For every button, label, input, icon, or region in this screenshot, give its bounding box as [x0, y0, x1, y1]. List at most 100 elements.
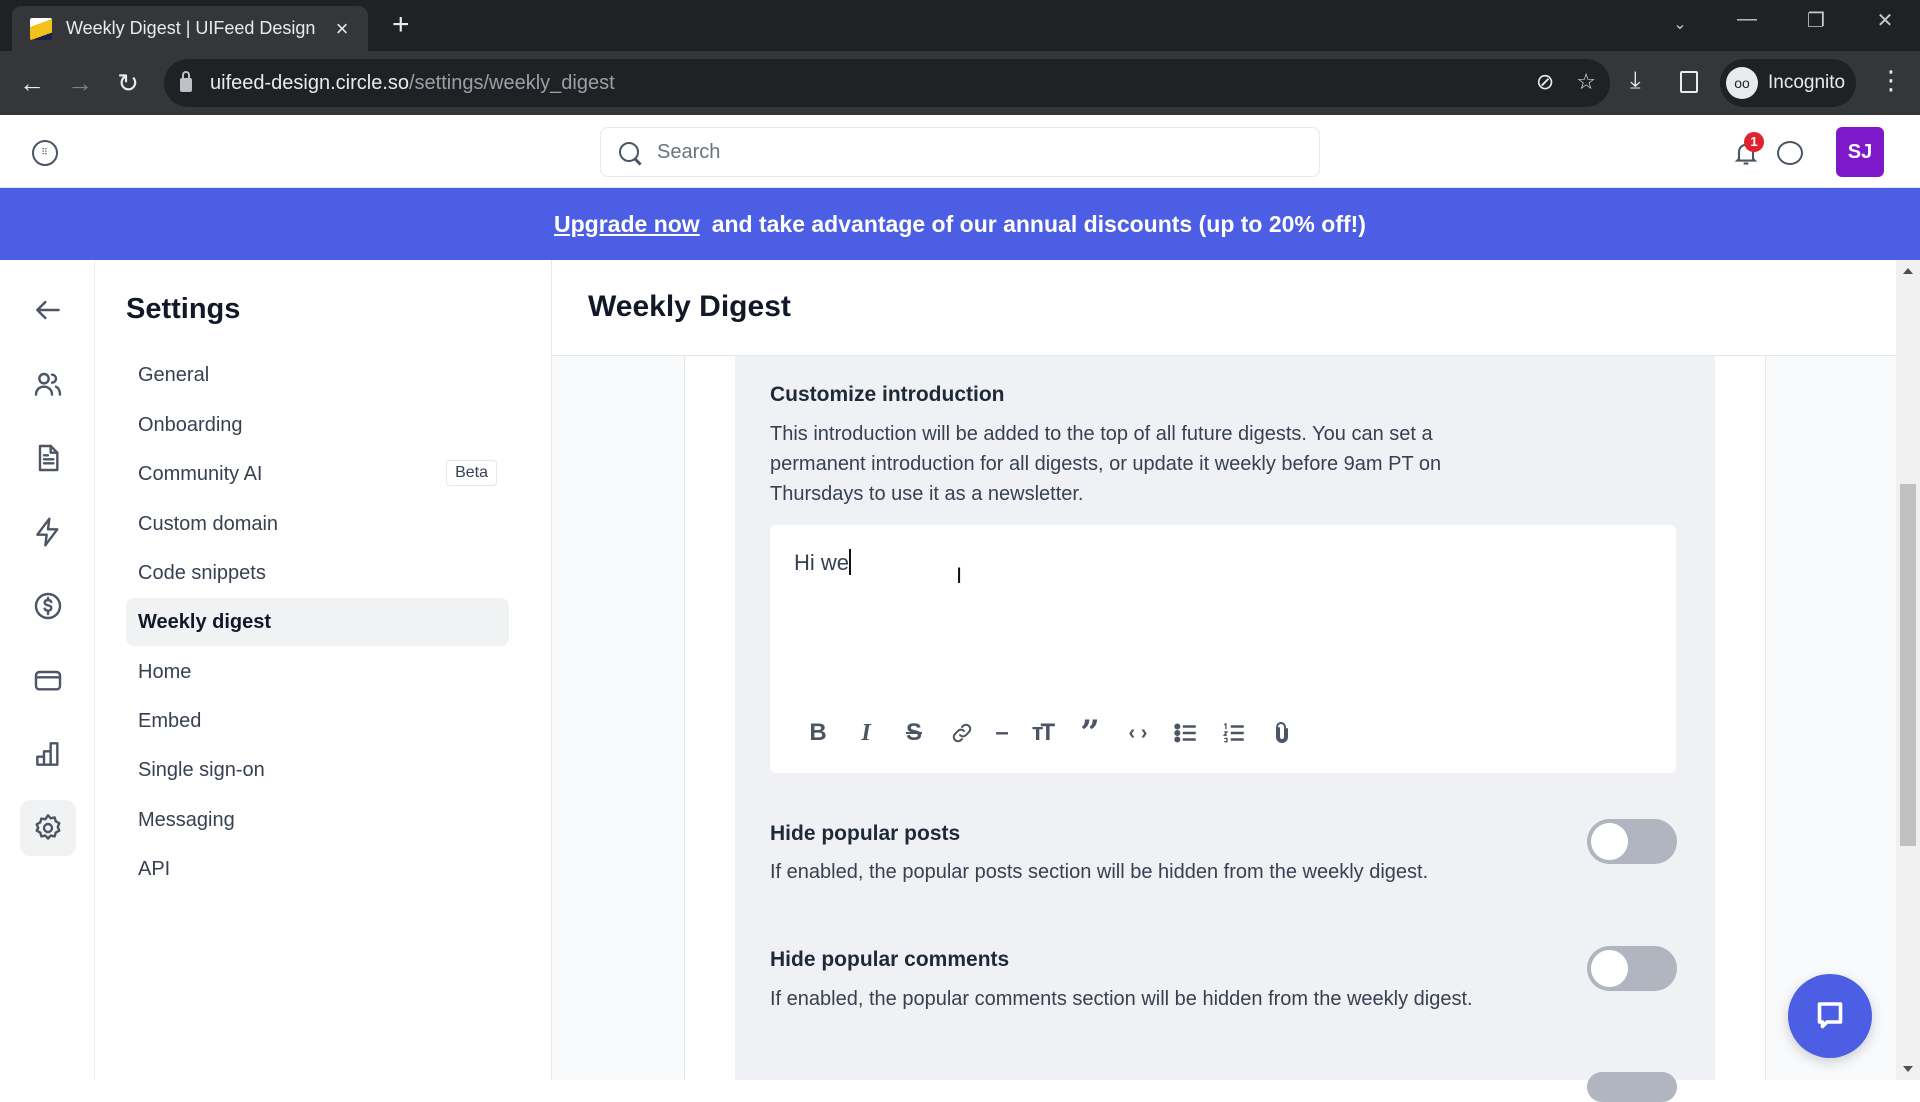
- settings-title: Settings: [126, 293, 241, 325]
- customize-introduction-title: Customize introduction: [770, 383, 1005, 406]
- analytics-icon[interactable]: [20, 726, 76, 782]
- tab-close-icon[interactable]: ×: [330, 16, 354, 42]
- forward-button[interactable]: →: [62, 65, 98, 101]
- bullet-list-icon[interactable]: [1162, 717, 1210, 749]
- scroll-up-arrow-icon[interactable]: [1903, 268, 1913, 274]
- next-setting-toggle[interactable]: [1587, 1072, 1677, 1102]
- download-icon[interactable]: ⤓: [1630, 67, 1641, 95]
- banner-message: and take advantage of our annual discoun…: [711, 210, 1366, 237]
- settings-nav-home[interactable]: Home: [126, 648, 509, 696]
- url-path: /settings/weekly_digest: [409, 71, 615, 94]
- tab-search-dropdown-icon[interactable]: ⌄: [1660, 14, 1700, 34]
- notification-count-badge: 1: [1744, 132, 1764, 152]
- hide-popular-comments-title: Hide popular comments: [770, 948, 1010, 971]
- strikethrough-icon[interactable]: S: [890, 717, 938, 749]
- content-gutter-right: [1765, 356, 1896, 1080]
- settings-nav-weekly-digest[interactable]: Weekly digest: [126, 598, 509, 646]
- settings-gear-icon[interactable]: [20, 800, 76, 856]
- tab-title: Weekly Digest | UIFeed Design: [66, 18, 316, 38]
- settings-nav-custom-domain[interactable]: Custom domain: [126, 500, 509, 548]
- code-icon[interactable]: ‹ ›: [1114, 717, 1162, 749]
- back-arrow-icon[interactable]: [20, 282, 76, 338]
- settings-nav-embed[interactable]: Embed: [126, 697, 509, 745]
- settings-nav-onboarding[interactable]: Onboarding: [126, 401, 509, 449]
- incognito-label: Incognito: [1768, 72, 1846, 93]
- bold-icon[interactable]: B: [794, 717, 842, 749]
- settings-nav-code-snippets[interactable]: Code snippets: [126, 549, 509, 597]
- editor-content[interactable]: Hi we: [794, 549, 851, 576]
- tracking-blocked-eye-icon[interactable]: ⊘: [1536, 69, 1554, 95]
- community-logo-icon[interactable]: ⠿: [32, 140, 58, 166]
- page-scrollbar[interactable]: [1896, 260, 1920, 1080]
- search-placeholder: Search: [657, 140, 721, 163]
- incognito-icon: oo: [1726, 67, 1758, 99]
- page-header: Weekly Digest: [552, 260, 1896, 356]
- messages-chat-icon[interactable]: [1777, 141, 1803, 165]
- address-bar[interactable]: uifeed-design.circle.so /settings/weekly…: [164, 59, 1610, 107]
- upgrade-now-link[interactable]: Upgrade now: [554, 211, 700, 238]
- settings-nav-messaging[interactable]: Messaging: [126, 796, 509, 844]
- search-input[interactable]: Search: [600, 127, 1320, 177]
- members-icon[interactable]: [20, 356, 76, 412]
- ibeam-cursor-icon: I: [956, 563, 963, 588]
- content-gutter-inner-right: [1715, 356, 1765, 1080]
- new-tab-button[interactable]: +: [392, 10, 410, 40]
- restore-button[interactable]: ❐: [1796, 8, 1836, 33]
- page-title: Weekly Digest: [588, 290, 791, 323]
- user-avatar[interactable]: SJ: [1836, 127, 1884, 177]
- scroll-down-arrow-icon[interactable]: [1903, 1066, 1913, 1072]
- lock-icon: [180, 71, 192, 92]
- close-window-button[interactable]: ✕: [1865, 8, 1905, 33]
- divider-icon[interactable]: –: [986, 717, 1018, 749]
- editor-text-value: Hi we: [794, 550, 850, 575]
- back-button[interactable]: ←: [14, 65, 50, 101]
- minimize-button[interactable]: —: [1727, 8, 1767, 31]
- hide-popular-posts-toggle[interactable]: [1587, 819, 1677, 864]
- italic-icon[interactable]: I: [842, 717, 890, 749]
- customize-introduction-description: This introduction will be added to the t…: [770, 423, 1442, 505]
- support-chat-button[interactable]: [1788, 974, 1872, 1058]
- settings-nav-community-ai[interactable]: Community AI Beta: [126, 450, 509, 498]
- search-icon: [619, 142, 639, 162]
- toggle-knob: [1591, 823, 1628, 860]
- nav-item-label: Community AI: [138, 462, 263, 485]
- settings-nav-api[interactable]: API: [126, 845, 509, 893]
- icon-rail: [0, 260, 95, 1080]
- dollar-icon[interactable]: [20, 578, 76, 634]
- reload-button[interactable]: ↻: [110, 65, 146, 101]
- browser-tab-active[interactable]: Weekly Digest | UIFeed Design ×: [12, 6, 368, 51]
- attachment-icon[interactable]: [1258, 717, 1306, 749]
- site-favicon-icon: [30, 17, 52, 40]
- hide-popular-posts-description: If enabled, the popular posts section wi…: [770, 861, 1429, 883]
- lightning-icon[interactable]: [20, 504, 76, 560]
- browser-menu-icon[interactable]: ⋮: [1878, 65, 1904, 96]
- quote-icon[interactable]: ”: [1066, 713, 1114, 753]
- chat-bubble-icon: [1817, 1002, 1843, 1029]
- side-panel-icon[interactable]: [1680, 71, 1698, 93]
- beta-badge: Beta: [446, 460, 497, 486]
- content-gutter-left: [552, 356, 685, 1080]
- document-icon[interactable]: [20, 430, 76, 486]
- credit-card-icon[interactable]: [20, 652, 76, 708]
- upgrade-banner: Upgrade now and take advantage of our an…: [0, 188, 1920, 260]
- app-header: ⠿ Search 1 SJ: [0, 115, 1920, 188]
- browser-tabstrip: Weekly Digest | UIFeed Design × + ⌄ — ❐ …: [0, 0, 1920, 51]
- bookmark-star-icon[interactable]: ☆: [1576, 69, 1596, 95]
- text-caret: [849, 549, 851, 575]
- introduction-editor[interactable]: Hi we I B I S – ᴛT ” ‹ ›: [770, 525, 1676, 773]
- editor-toolbar: B I S – ᴛT ” ‹ ›: [794, 713, 1306, 753]
- numbered-list-icon[interactable]: [1210, 717, 1258, 749]
- settings-sidebar: Settings General Onboarding Community AI…: [95, 260, 552, 1080]
- toggle-knob: [1591, 950, 1628, 987]
- scroll-thumb[interactable]: [1900, 484, 1916, 846]
- url-host: uifeed-design.circle.so: [210, 71, 409, 94]
- browser-toolbar: ← → ↻ uifeed-design.circle.so /settings/…: [0, 51, 1920, 115]
- link-icon[interactable]: [938, 717, 986, 749]
- settings-nav-general[interactable]: General: [126, 351, 509, 399]
- hide-popular-comments-description: If enabled, the popular comments section…: [770, 988, 1473, 1010]
- hide-popular-posts-title: Hide popular posts: [770, 822, 961, 845]
- hide-popular-comments-toggle[interactable]: [1587, 946, 1677, 991]
- settings-nav-single-sign-on[interactable]: Single sign-on: [126, 746, 509, 794]
- heading-icon[interactable]: ᴛT: [1018, 717, 1066, 749]
- incognito-indicator[interactable]: oo Incognito: [1720, 59, 1856, 107]
